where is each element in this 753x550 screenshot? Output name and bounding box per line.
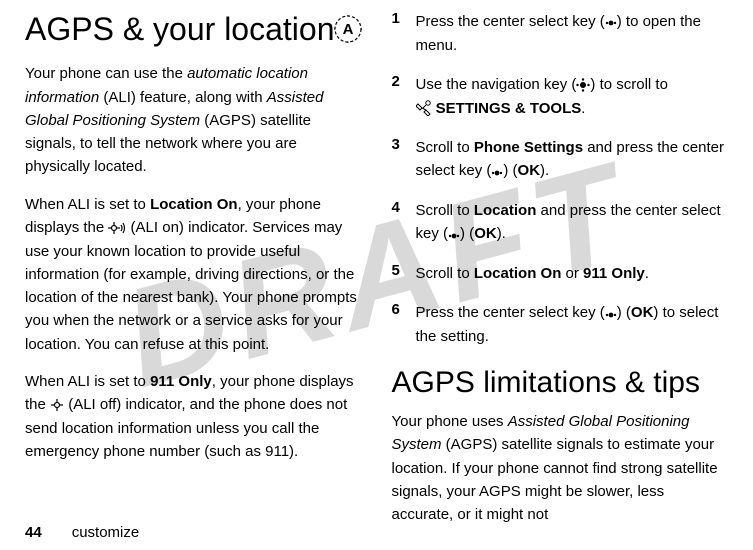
step-text: Press the center select key () to open t… — [416, 10, 729, 57]
step-text: Press the center select key () (OK) to s… — [416, 301, 729, 348]
center-select-key-icon — [605, 302, 617, 325]
section-heading-agps-location: AGPS & your location — [25, 10, 362, 48]
para-agps-limitations: Your phone uses Assisted Global Position… — [392, 410, 729, 526]
step-1: 1 Press the center select key () to open… — [392, 10, 729, 57]
step-text: Scroll to Location and press the center … — [416, 199, 729, 246]
left-column: A AGPS & your location Your phone can us… — [25, 10, 362, 540]
ali-off-icon — [50, 393, 64, 416]
step-text: Scroll to Location On or 911 Only. — [416, 262, 729, 285]
step-number: 3 — [392, 136, 416, 183]
page-number: 44 — [25, 524, 42, 541]
center-select-key-icon — [491, 160, 503, 183]
page-footer: 44 customize — [25, 524, 139, 541]
section-heading-agps-limitations: AGPS limitations & tips — [392, 366, 729, 400]
step-number: 5 — [392, 262, 416, 285]
para-ali-intro: Your phone can use the automatic locatio… — [25, 62, 362, 178]
right-column: 1 Press the center select key () to open… — [392, 10, 729, 540]
step-6: 6 Press the center select key () (OK) to… — [392, 301, 729, 348]
settings-tools-icon — [416, 97, 432, 120]
step-number: 2 — [392, 73, 416, 120]
center-select-key-icon — [448, 223, 460, 246]
section-name: customize — [72, 524, 140, 541]
step-number: 6 — [392, 301, 416, 348]
page-content: A AGPS & your location Your phone can us… — [0, 0, 753, 550]
step-2: 2 Use the navigation key () to scroll to… — [392, 73, 729, 120]
agps-section-icon: A — [334, 15, 362, 48]
step-text: Scroll to Phone Settings and press the c… — [416, 136, 729, 183]
para-911-only: When ALI is set to 911 Only, your phone … — [25, 370, 362, 463]
center-select-key-icon — [605, 10, 617, 33]
step-text: Use the navigation key () to scroll to S… — [416, 73, 729, 120]
svg-text:A: A — [342, 21, 353, 38]
step-number: 4 — [392, 199, 416, 246]
step-5: 5 Scroll to Location On or 911 Only. — [392, 262, 729, 285]
step-number: 1 — [392, 10, 416, 57]
navigation-key-icon — [576, 73, 590, 96]
step-3: 3 Scroll to Phone Settings and press the… — [392, 136, 729, 183]
para-location-on: When ALI is set to Location On, your pho… — [25, 193, 362, 356]
ali-on-icon — [108, 216, 126, 239]
step-4: 4 Scroll to Location and press the cente… — [392, 199, 729, 246]
